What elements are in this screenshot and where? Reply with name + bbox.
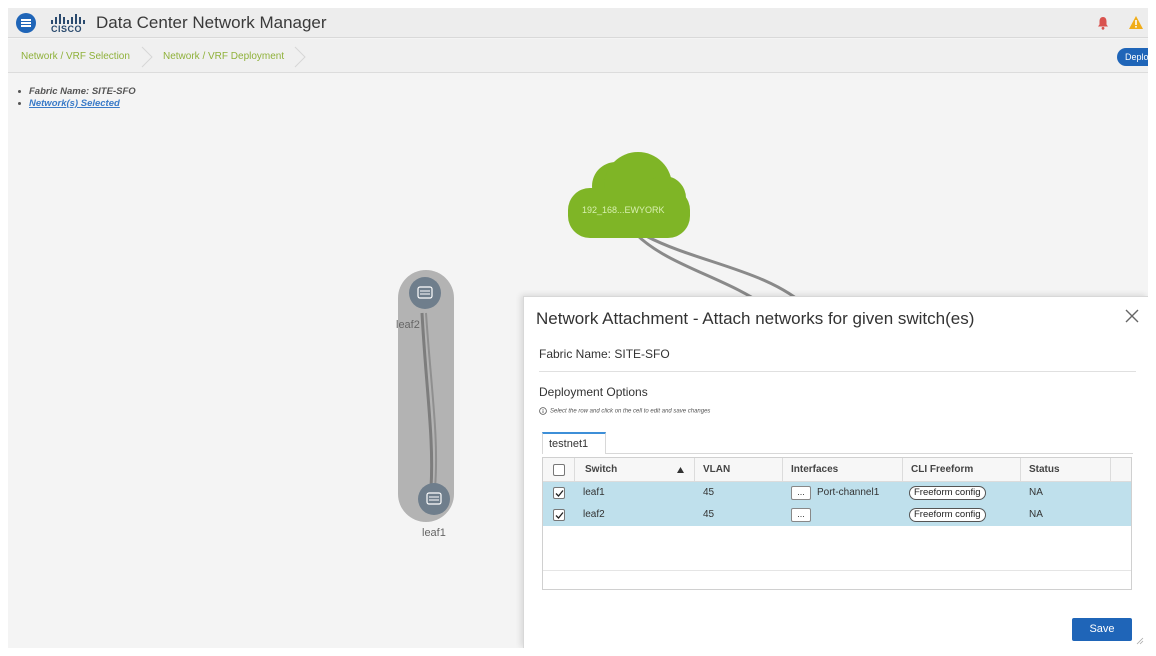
app-title: Data Center Network Manager [96,13,327,32]
table-header: Switch VLAN Interfaces CLI Freeform Stat… [543,458,1131,482]
row-checkbox[interactable] [553,509,565,521]
interfaces-picker-button[interactable]: ... [791,508,811,522]
save-button[interactable]: Save [1072,618,1132,641]
cell-status: NA [1029,509,1043,520]
dialog-title: Network Attachment - Attach networks for… [536,309,975,328]
table-row[interactable]: leaf1 45 ... Port-channel1 Freeform conf… [543,482,1131,504]
warning-icon[interactable] [1128,15,1144,30]
networks-selected-link[interactable]: Network(s) Selected [29,98,120,109]
sort-asc-icon [677,467,684,473]
resize-handle-icon[interactable] [1136,637,1144,645]
header-interfaces[interactable]: Interfaces [783,458,903,482]
breadcrumb-step-deployment[interactable]: Network / VRF Deployment [163,51,284,62]
chevron-right-icon [141,46,153,68]
fabric-name-text: Fabric Name: SITE-SFO [29,86,136,97]
header-switch-label: Switch [585,464,618,475]
select-all-checkbox[interactable] [553,464,565,476]
fabric-name-info: Fabric Name: SITE-SFO [18,86,136,97]
dialog-fabric-name: Fabric Name: SITE-SFO [539,347,670,361]
switch-icon[interactable] [409,277,441,309]
edit-hint-text: Select the row and click on the cell to … [550,408,711,415]
cloud-label: 192_168...EWYORK [582,205,665,215]
interfaces-picker-button[interactable]: ... [791,486,811,500]
divider [539,371,1136,372]
row-checkbox[interactable] [553,487,565,499]
checkbox-icon [555,490,564,497]
cell-interfaces[interactable]: Port-channel1 [809,482,879,504]
chevron-right-icon [294,46,306,68]
deploy-button[interactable]: Deploy [1117,48,1148,66]
cloud-node[interactable] [568,152,690,238]
cell-vlan[interactable]: 45 [695,504,714,526]
checkbox-icon [555,512,564,519]
logo-wordmark: CISCO [51,24,83,34]
menu-icon[interactable] [16,13,36,33]
header-cli-freeform[interactable]: CLI Freeform [903,458,1021,482]
cisco-logo-icon: CISCO [50,14,86,34]
breadcrumb-step-selection[interactable]: Network / VRF Selection [21,51,130,62]
table-footer-divider [543,570,1131,571]
cell-status: NA [1029,487,1043,498]
app-window: 192_168...EWYORK leaf2 leaf1 CISCO Data … [8,8,1148,648]
cell-interfaces[interactable] [809,504,817,526]
network-attachment-dialog: Network Attachment - Attach networks for… [523,296,1148,648]
top-bar: CISCO Data Center Network Manager [8,8,1148,38]
cell-switch[interactable]: leaf2 [575,504,605,526]
header-status[interactable]: Status [1021,458,1111,482]
networks-selected-info: Network(s) Selected [18,98,120,109]
node-label-leaf1: leaf1 [422,527,446,539]
cell-switch[interactable]: leaf1 [575,482,605,504]
node-label-leaf2: leaf2 [396,319,420,331]
table-row[interactable]: leaf2 45 ... Freeform config NA [543,504,1131,526]
close-icon[interactable] [1124,308,1140,324]
breadcrumb: Network / VRF Selection Network / VRF De… [8,39,1148,73]
freeform-config-button[interactable]: Freeform config [909,508,986,522]
header-select-all [543,458,575,482]
tab-testnet1[interactable]: testnet1 [542,432,606,454]
cell-vlan[interactable]: 45 [695,482,714,504]
notification-icon[interactable] [1097,16,1109,30]
header-vlan[interactable]: VLAN [695,458,783,482]
info-icon [539,407,547,415]
tab-underline [606,453,1133,454]
switch-icon[interactable] [418,483,450,515]
freeform-config-button[interactable]: Freeform config [909,486,986,500]
edit-hint: Select the row and click on the cell to … [539,407,710,415]
header-switch[interactable]: Switch [575,458,695,482]
deployment-options-heading: Deployment Options [539,385,648,399]
attachments-table: Switch VLAN Interfaces CLI Freeform Stat… [542,457,1132,590]
